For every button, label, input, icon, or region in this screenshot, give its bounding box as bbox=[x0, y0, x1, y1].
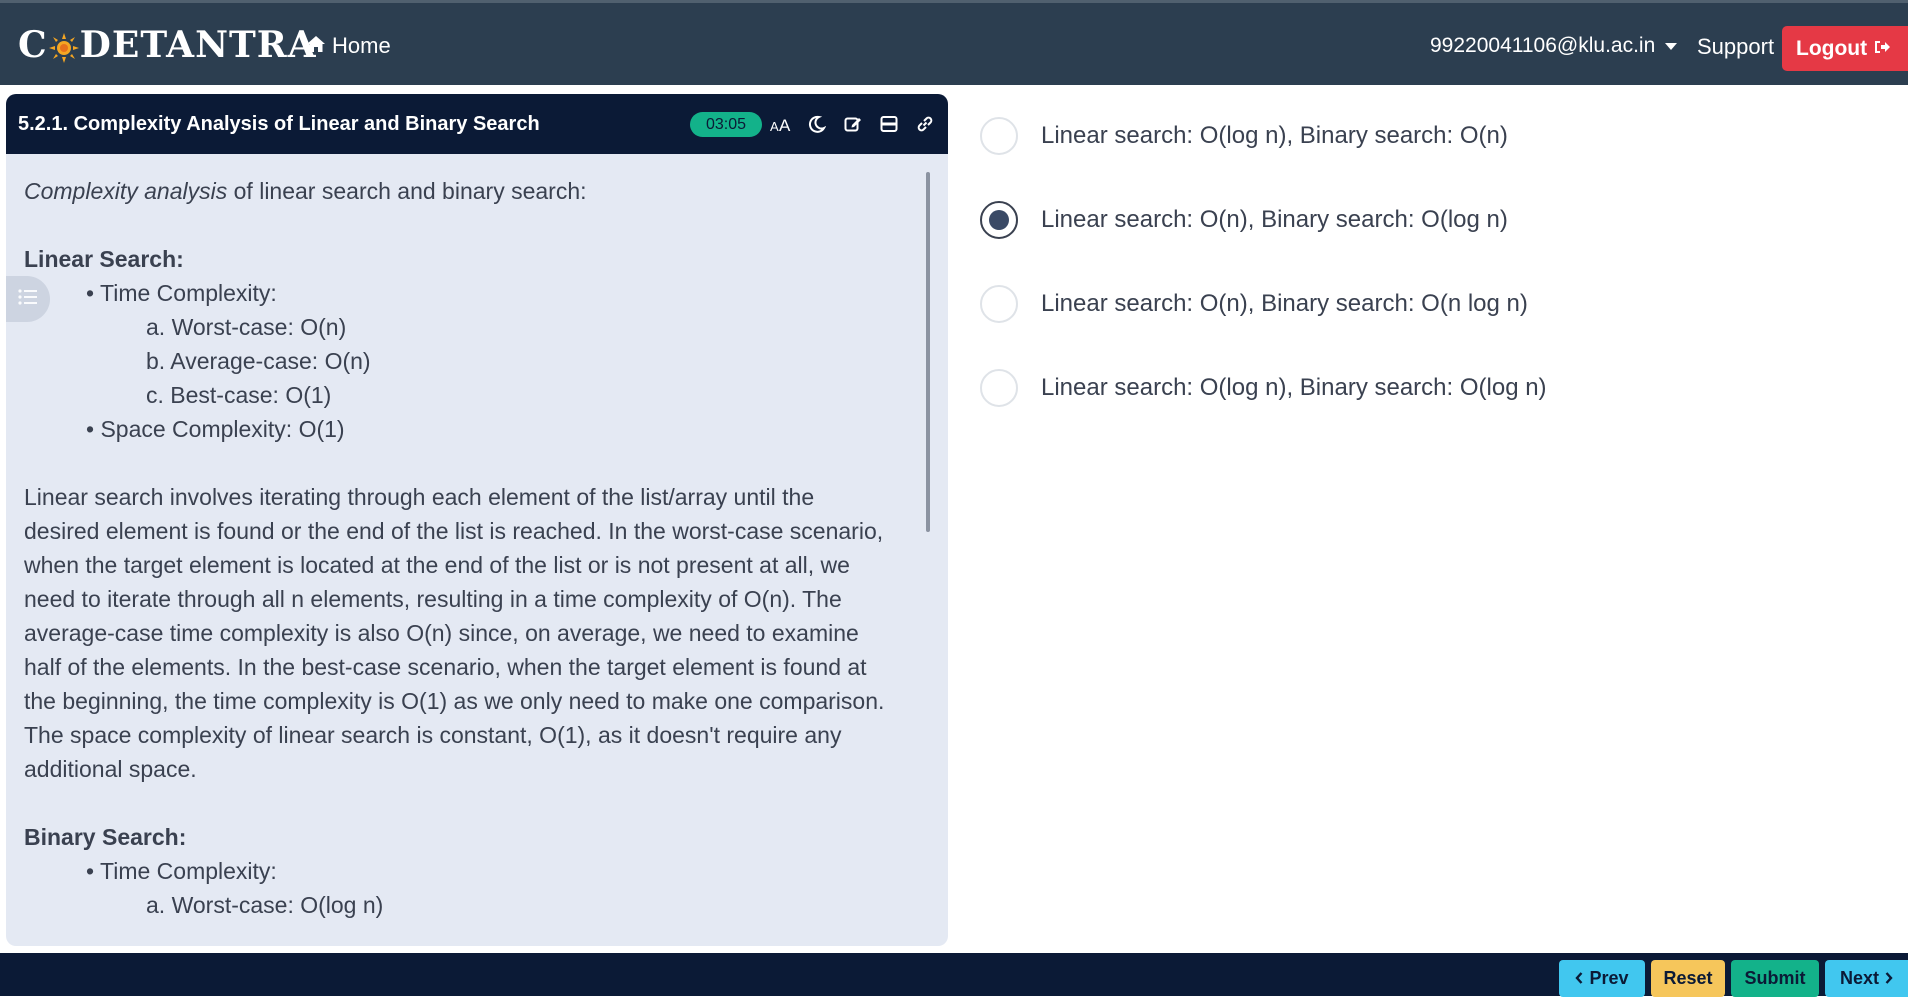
paragraph-line: average-case time complexity is also O(n… bbox=[24, 620, 859, 646]
prev-button[interactable]: Prev bbox=[1559, 960, 1645, 997]
option-label: Linear search: O(log n), Binary search: … bbox=[1041, 122, 1508, 149]
list-item: • Time Complexity: bbox=[86, 280, 277, 306]
intro-text: Complexity analysis of linear search and… bbox=[24, 178, 587, 204]
content-scrollbar[interactable] bbox=[926, 172, 930, 532]
paragraph-line: the beginning, the time complexity is O(… bbox=[24, 688, 885, 714]
dark-mode-icon[interactable] bbox=[804, 111, 830, 137]
font-size-icon[interactable]: AA bbox=[768, 111, 794, 137]
support-link[interactable]: Support bbox=[1697, 34, 1774, 60]
answer-option-1[interactable]: Linear search: O(log n), Binary search: … bbox=[980, 116, 1880, 156]
chevron-right-icon bbox=[1885, 968, 1893, 989]
top-navbar: C DETANTRA Home 99220041106@klu.ac.in Su… bbox=[0, 0, 1908, 85]
home-icon bbox=[306, 33, 326, 59]
radio-button[interactable] bbox=[980, 117, 1018, 155]
edit-icon[interactable] bbox=[840, 111, 866, 137]
submit-button[interactable]: Submit bbox=[1731, 960, 1819, 997]
svg-text:A: A bbox=[779, 116, 791, 133]
answer-option-2[interactable]: Linear search: O(n), Binary search: O(lo… bbox=[980, 200, 1880, 240]
nav-home-link[interactable]: Home bbox=[306, 33, 391, 59]
chevron-left-icon bbox=[1575, 968, 1583, 989]
list-item: b. Average-case: O(n) bbox=[146, 348, 371, 374]
user-email: 99220041106@klu.ac.in bbox=[1430, 34, 1656, 57]
paragraph-line: additional space. bbox=[24, 756, 197, 782]
option-label: Linear search: O(n), Binary search: O(n … bbox=[1041, 290, 1528, 317]
caret-down-icon bbox=[1665, 42, 1678, 50]
paragraph-line: The space complexity of linear search is… bbox=[24, 722, 842, 748]
binary-search-heading: Binary Search: bbox=[24, 824, 187, 850]
answer-option-4[interactable]: Linear search: O(log n), Binary search: … bbox=[980, 368, 1880, 408]
question-content: Complexity analysis of linear search and… bbox=[24, 174, 929, 922]
list-item: a. Worst-case: O(n) bbox=[146, 314, 347, 340]
codetantra-logo[interactable]: C DETANTRA bbox=[18, 23, 317, 67]
paragraph-line: when the target element is located at th… bbox=[24, 552, 850, 578]
radio-button[interactable] bbox=[980, 369, 1018, 407]
paragraph-line: Linear search involves iterating through… bbox=[24, 484, 815, 510]
timer-badge: 03:05 bbox=[690, 112, 762, 137]
linear-search-heading: Linear Search: bbox=[24, 246, 184, 272]
page-title: 5.2.1. Complexity Analysis of Linear and… bbox=[18, 112, 540, 135]
list-item: a. Worst-case: O(log n) bbox=[146, 892, 384, 918]
reset-button[interactable]: Reset bbox=[1651, 960, 1725, 997]
sun-logo-icon bbox=[48, 30, 79, 63]
option-label: Linear search: O(n), Binary search: O(lo… bbox=[1041, 206, 1508, 233]
option-label: Linear search: O(log n), Binary search: … bbox=[1041, 374, 1547, 401]
user-menu-dropdown[interactable]: 99220041106@klu.ac.in bbox=[1430, 34, 1678, 58]
panel-header: 5.2.1. Complexity Analysis of Linear and… bbox=[6, 94, 948, 154]
list-item: • Space Complexity: O(1) bbox=[86, 416, 345, 442]
sign-out-icon bbox=[1873, 37, 1891, 61]
logout-label: Logout bbox=[1796, 36, 1868, 60]
link-icon[interactable] bbox=[912, 111, 938, 137]
paragraph-line: half of the elements. In the best-case s… bbox=[24, 654, 867, 680]
answer-option-3[interactable]: Linear search: O(n), Binary search: O(n … bbox=[980, 284, 1880, 324]
svg-text:A: A bbox=[770, 119, 779, 133]
nav-home-label: Home bbox=[332, 33, 391, 58]
logout-button[interactable]: Logout bbox=[1782, 26, 1908, 71]
next-button[interactable]: Next bbox=[1825, 960, 1908, 997]
radio-button[interactable] bbox=[980, 285, 1018, 323]
paragraph-line: need to iterate through all n elements, … bbox=[24, 586, 842, 612]
layout-icon[interactable] bbox=[876, 111, 902, 137]
list-item: c. Best-case: O(1) bbox=[146, 382, 332, 408]
question-panel: 5.2.1. Complexity Analysis of Linear and… bbox=[6, 94, 948, 946]
paragraph-line: desired element is found or the end of t… bbox=[24, 518, 884, 544]
radio-button-selected[interactable] bbox=[980, 201, 1018, 239]
list-item: • Time Complexity: bbox=[86, 858, 277, 884]
